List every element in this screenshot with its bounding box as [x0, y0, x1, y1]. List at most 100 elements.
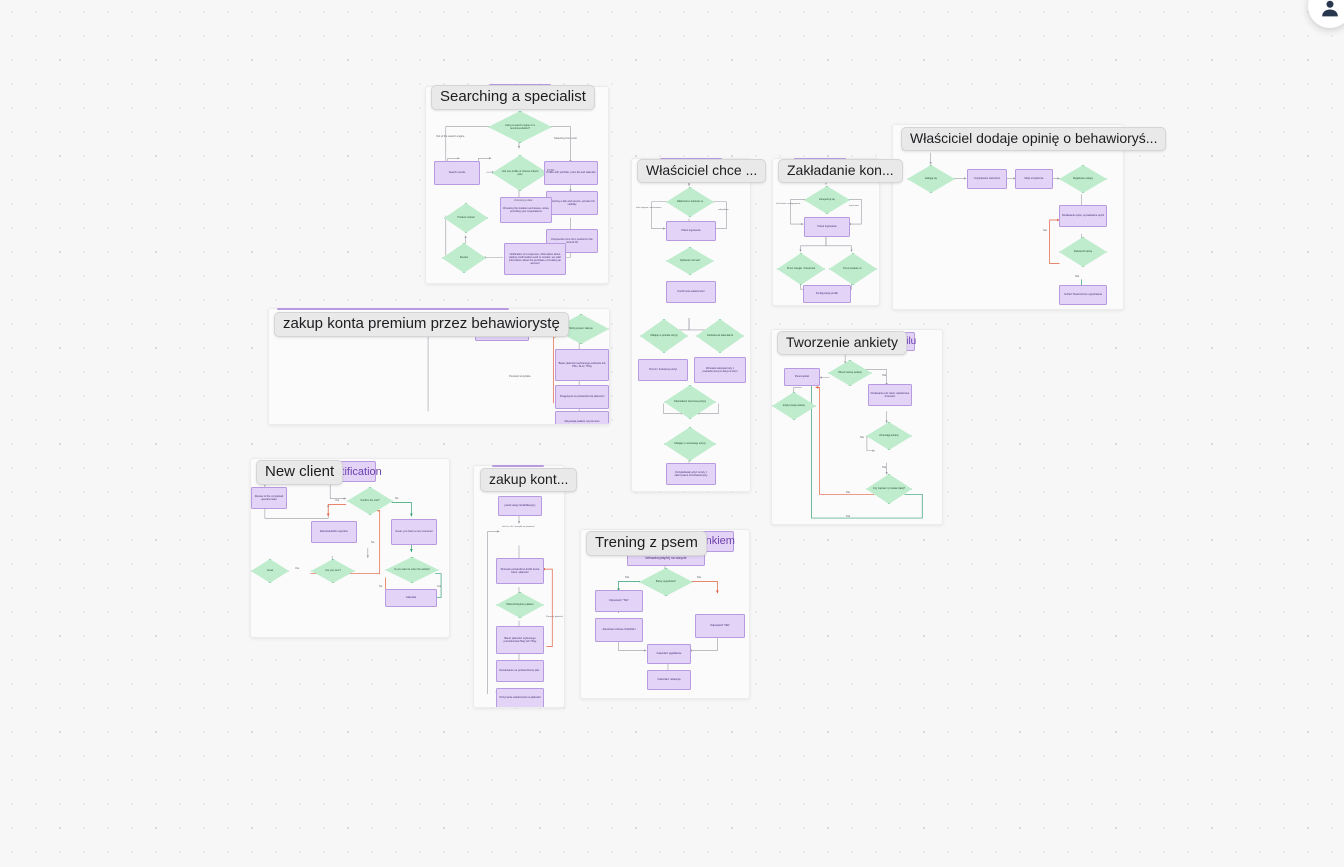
node-rect[interactable]: Moje urządzenie	[1015, 169, 1053, 189]
flowchart-searching-a-specialist: Using a search engine or a recommendatio…	[426, 87, 608, 283]
node-rect[interactable]: Konfiguracja profilu	[803, 285, 851, 303]
node-diamond[interactable]: Barwy wypełniam?	[639, 568, 693, 596]
node-rect[interactable]: Calendar	[385, 589, 437, 607]
node-rect[interactable]: Dodawanie opisu, wystawianie opinii	[1059, 205, 1107, 227]
frame-searching-a-specialist[interactable]: Using a search engine or a recommendatio…	[425, 86, 609, 284]
node-rect[interactable]: Baner płatności wybranego podmiotu lub P…	[555, 349, 609, 381]
node-rect[interactable]: Kalendarz jagódkowe	[647, 644, 691, 664]
frame-zakup-kont[interactable]: Logowanie panel usługi rehabilitacyjny W…	[473, 465, 565, 708]
node-diamond[interactable]: Wyjątkowe wstępy	[1059, 165, 1107, 193]
node-rect[interactable]: Ściągnięcia na potwierdzenia płatności	[555, 385, 609, 409]
node-rect[interactable]: Kalendarz rekapcija	[647, 670, 691, 690]
node-diamond[interactable]: Just one profile or choose criteria plan	[492, 155, 548, 191]
node-label: Review of the completed questionnaire	[254, 494, 284, 501]
node-label: Using a search engine or a recommendatio…	[505, 123, 535, 130]
node-diamond[interactable]: Klikając w rezerwację wizyty	[664, 427, 716, 461]
frame-title-zakladanie-konta[interactable]: Zakładanie kon...	[778, 159, 903, 183]
node-diamond[interactable]: Płatność/wyboru pakietu	[496, 592, 544, 618]
edge-label: Tak	[625, 576, 630, 579]
node-rect[interactable]: Otrzymanie wiadomości na płatność	[496, 688, 544, 707]
frame-title-tworzenie-ankiety[interactable]: Tworzenie ankiety	[777, 331, 908, 355]
node-label: Przez Google / Facebook	[786, 267, 816, 271]
node-diamond[interactable]: Właściciel w ankiecie są	[666, 187, 714, 217]
frame-new-client[interactable]: New client Review of the completed quest…	[250, 458, 450, 638]
node-diamond[interactable]: Przez Google / Facebook	[777, 253, 825, 285]
edge-label: zwrócenie	[849, 205, 859, 207]
node-label: Aktywacja pakietu na premium	[564, 420, 600, 424]
frame-title-wlasciciel-chce[interactable]: Właściciel chce ...	[637, 159, 767, 183]
node-diamond[interactable]: Edytuj swoje ankiety	[772, 392, 816, 420]
node-diamond[interactable]: Wybieram formach	[666, 247, 714, 275]
frame-title-new-client[interactable]: New client	[256, 460, 344, 485]
node-diamond[interactable]: Gotówka do kalendarza	[696, 319, 744, 353]
edge-label: Ponowić wszystkie	[509, 375, 531, 378]
frame-title-zakup-kont[interactable]: zakup kont...	[480, 468, 578, 492]
frame-title-searching-a-specialist[interactable]: Searching a specialist	[431, 85, 595, 110]
node-label: Termin i funkcjonuj wizyt	[649, 368, 677, 372]
node-rect[interactable]: Wniosek potwierdzeń krótki konta baza i …	[496, 558, 544, 584]
frame-accent-bar	[277, 308, 509, 310]
node-rect[interactable]: Panel ankiet	[784, 368, 820, 386]
node-diamond[interactable]: Using a search engine or a recommendatio…	[488, 111, 552, 143]
node-label: Płatni logowania	[681, 229, 701, 233]
node-diamond[interactable]: Określ nazwę ankiety	[828, 360, 872, 386]
edge-label: Selecting from a list	[554, 137, 577, 140]
frame-wlasciciel-chce[interactable]: Właściciel w ankiecie są Płatni logowani…	[631, 158, 751, 492]
node-rect[interactable]: Review of the completed questionnaire	[251, 487, 287, 509]
frame-title-trening-z-psem[interactable]: Trening z psem	[586, 531, 707, 556]
node-label: Odpowiedz "TAK"	[608, 599, 630, 603]
node-diamond[interactable]: Do you want to enter the activity?	[385, 557, 439, 583]
node-diamond[interactable]: Zmieniają ankiety	[866, 422, 912, 450]
node-rect[interactable]: Konfirmowi wiadomości	[666, 281, 716, 303]
node-diamond[interactable]: Zarejestruj się	[804, 186, 850, 214]
node-rect[interactable]: Aktywacja pakietu na premium	[555, 411, 609, 424]
node-label: Oczekiwanie na potwierdzenie płat...	[498, 669, 542, 673]
node-rect[interactable]: Baner płatności wybranego pośrednictwa P…	[496, 626, 544, 654]
node-rect[interactable]: Great, you have a new customer	[391, 519, 437, 545]
node-rect[interactable]: Panel logowania	[804, 217, 850, 237]
frame-wlasciciel-dodaje-opinie[interactable]: Zaloguj się Uzyskiwanie ostrzeżeń Moje u…	[892, 124, 1124, 310]
node-diamond[interactable]: Zatwierdź opinię	[1059, 237, 1107, 267]
node-rect[interactable]: panel usługi rehabilitacyjny	[498, 496, 542, 516]
node-label: Gdzie? Dostrzeżone wypełniania	[1064, 293, 1102, 297]
frame-tworzenie-ankiety[interactable]: Panel ankiet Określ nazwę ankiety Edytuj…	[771, 329, 943, 525]
user-avatar-button[interactable]	[1308, 0, 1344, 28]
node-diamond[interactable]: Are you sure?	[311, 559, 355, 583]
node-rect[interactable]: Dodawanie pól: tekst, wielokrotne krotno…	[868, 384, 912, 406]
frame-title-wlasciciel-dodaje-opinie[interactable]: Właściciel dodaje opinię o behawioryś...	[901, 127, 1167, 151]
node-rect[interactable]: Oczujki/kwały wizyt w listy z zakrzywami…	[666, 463, 716, 485]
node-label: Czy zapisać i przesłać dalej?	[872, 487, 906, 491]
node-rect[interactable]: Gdzie? Dostrzeżone wypełniania	[1059, 285, 1107, 305]
node-rect[interactable]: Odpowiedz "TAK"	[595, 590, 643, 612]
edge-label: Yes	[295, 567, 300, 570]
node-diamond[interactable]: Odwrotkami tworzonej wizyty	[664, 385, 716, 419]
node-rect[interactable]: Płatni logowania	[666, 221, 716, 241]
node-diamond[interactable]: Przez podanie nr...	[829, 253, 877, 285]
node-rect[interactable]: Selecting a title and service, private r…	[546, 191, 598, 215]
node-diamond[interactable]: Zaloguj się	[907, 165, 955, 193]
node-diamond[interactable]: Klikając w portalie wizyty	[640, 319, 688, 353]
node-rect[interactable]: Reschedule/Do rejection	[311, 521, 357, 543]
node-label: Are you sure?	[325, 569, 341, 573]
node-rect[interactable]: Zamówień zdrowe OCENIAJ	[595, 618, 643, 642]
node-rect[interactable]: Notification of a response, information …	[504, 243, 566, 275]
node-rect[interactable]: Profile with portfolio, price list and c…	[544, 161, 598, 185]
node-diamond[interactable]: Product contact	[444, 203, 488, 233]
node-label: Właściciel w ankiecie są	[676, 200, 704, 204]
node-rect[interactable]: Wniosek tekstowe listy z powiadomionymi …	[694, 357, 746, 383]
node-diamond[interactable]: Review	[442, 243, 486, 273]
node-label: Just one profile or choose criteria plan	[501, 169, 539, 176]
node-label: Panel logowania	[817, 225, 837, 229]
node-diamond[interactable]: Czy zapisać i przesłać dalej?	[866, 474, 912, 504]
frame-title-zakup-konta-premium[interactable]: zakup konta premium przez behawiorystę	[274, 312, 569, 337]
node-rect[interactable]: Odpowiedz "NIE"	[695, 614, 745, 638]
node-rect[interactable]: Search results	[434, 161, 480, 185]
frame-accent-bar	[492, 465, 544, 467]
node-rect[interactable]: Oczekiwanie na potwierdzenie płat...	[496, 660, 544, 682]
node-diamond[interactable]: Great	[251, 559, 289, 583]
node-rect[interactable]: Uzyskiwanie ostrzeżeń	[967, 169, 1007, 189]
edge-label: Jeśli on i Es "przejdź na premium"	[502, 526, 536, 528]
whiteboard-canvas[interactable]: Using a search engine or a recommendatio…	[0, 0, 1344, 867]
node-diamond[interactable]: Confirm the visit?	[347, 487, 393, 515]
node-rect[interactable]: Termin i funkcjonuj wizyt	[638, 359, 688, 381]
